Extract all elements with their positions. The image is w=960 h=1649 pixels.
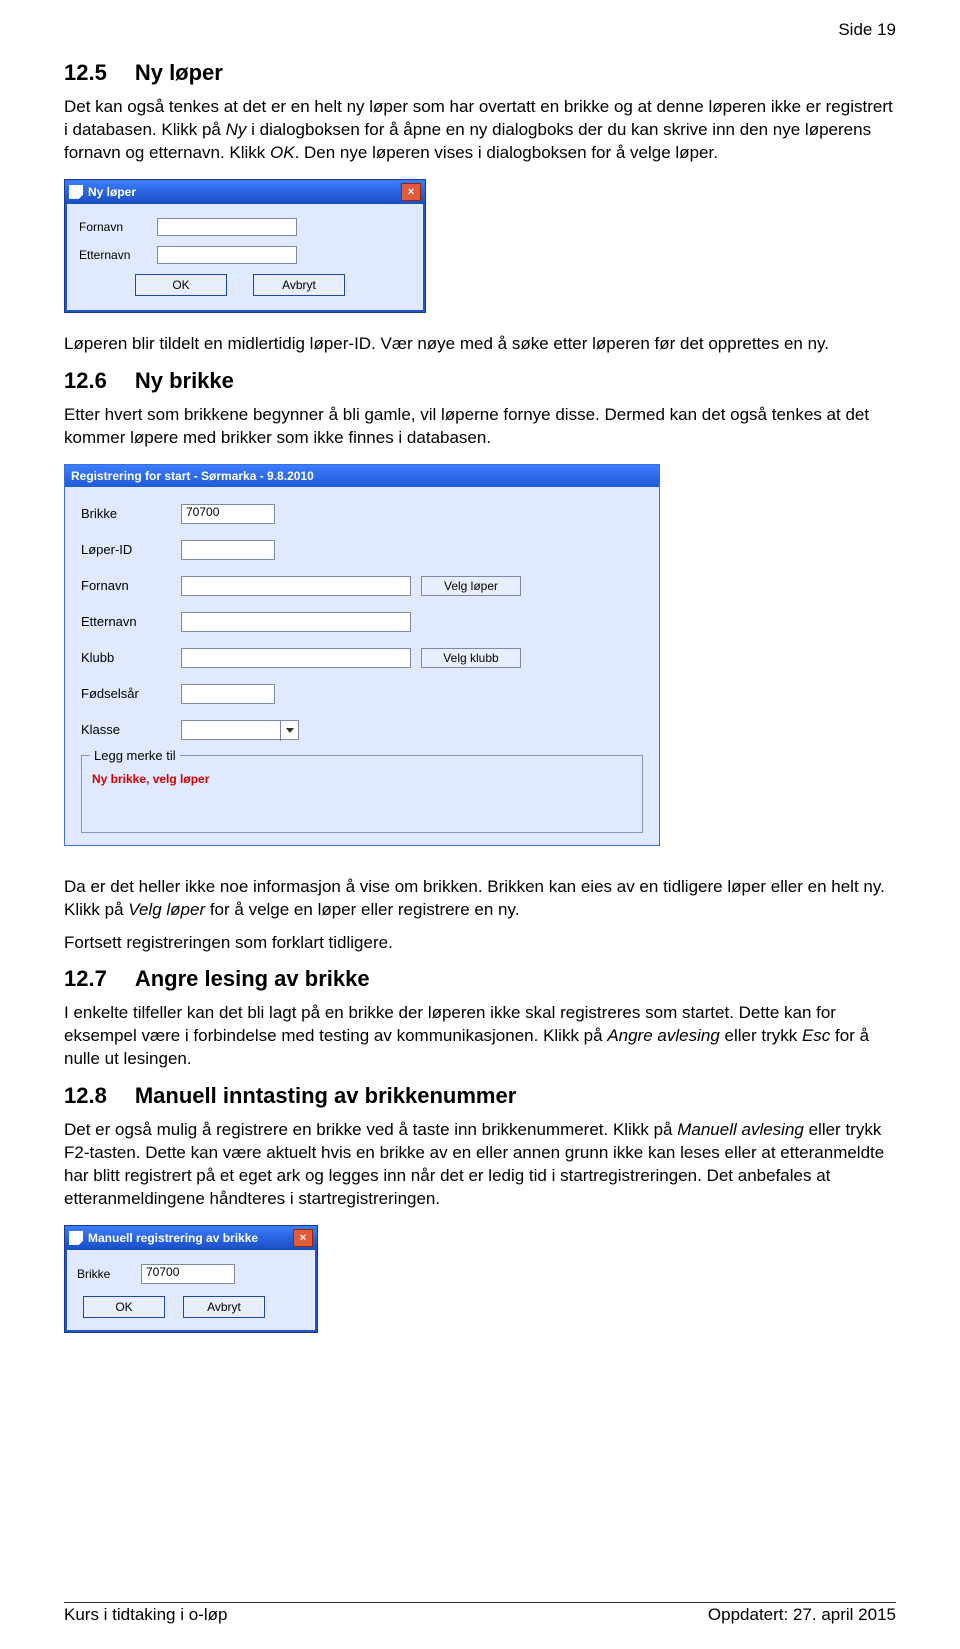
dialog-manuell-titlebar: Manuell registrering av brikke × [65, 1226, 317, 1250]
fodselsar-input[interactable] [181, 684, 275, 704]
dialog-registrering-start: Registrering for start - Sørmarka - 9.8.… [64, 464, 660, 846]
dialog-ny-loper: Ny løper × Fornavn Etternavn OK Avbryt [64, 179, 426, 313]
sec126-para1: Etter hvert som brikkene begynner å bli … [64, 404, 896, 450]
velg-loper-button[interactable]: Velg løper [421, 576, 521, 596]
section-128-heading: 12.8 Manuell inntasting av brikkenummer [64, 1083, 896, 1109]
section-125-num: 12.5 [64, 60, 107, 86]
sec125-para1: Det kan også tenkes at det er en helt ny… [64, 96, 896, 165]
brikke-label-3: Brikke [77, 1267, 141, 1281]
dialog-ny-loper-titlebar: Ny løper × [65, 180, 425, 204]
footer-left: Kurs i tidtaking i o-løp [64, 1605, 227, 1625]
sec126-para2: Da er det heller ikke noe informasjon å … [64, 876, 896, 922]
section-128-num: 12.8 [64, 1083, 107, 1109]
close-icon[interactable]: × [401, 183, 421, 201]
sec125-para2: Løperen blir tildelt en midlertidig løpe… [64, 333, 896, 356]
klubb-label: Klubb [81, 650, 181, 665]
section-127-num: 12.7 [64, 966, 107, 992]
fodselsar-label: Fødselsår [81, 686, 181, 701]
section-127-title: Angre lesing av brikke [135, 966, 370, 991]
etternavn-input-2[interactable] [181, 612, 411, 632]
velg-klubb-button[interactable]: Velg klubb [421, 648, 521, 668]
etternavn-label-2: Etternavn [81, 614, 181, 629]
section-126-num: 12.6 [64, 368, 107, 394]
section-127-heading: 12.7 Angre lesing av brikke [64, 966, 896, 992]
sec127-para1: I enkelte tilfeller kan det bli lagt på … [64, 1002, 896, 1071]
loper-id-input[interactable] [181, 540, 275, 560]
sec126-para3: Fortsett registreringen som forklart tid… [64, 932, 896, 955]
klubb-input[interactable] [181, 648, 411, 668]
avbryt-button[interactable]: Avbryt [183, 1296, 265, 1318]
fornavn-input[interactable] [157, 218, 297, 236]
section-126-title: Ny brikke [135, 368, 234, 393]
legg-merke-til-group: Legg merke til Ny brikke, velg løper [81, 755, 643, 833]
fornavn-label-2: Fornavn [81, 578, 181, 593]
brikke-input[interactable]: 70700 [181, 504, 275, 524]
dialog-ny-loper-title: Ny løper [88, 185, 136, 199]
fornavn-label: Fornavn [79, 220, 157, 234]
ok-button[interactable]: OK [83, 1296, 165, 1318]
page-footer: Kurs i tidtaking i o-løp Oppdatert: 27. … [64, 1602, 896, 1625]
window-icon [69, 185, 83, 199]
etternavn-input[interactable] [157, 246, 297, 264]
section-125-title: Ny løper [135, 60, 223, 85]
fornavn-input-2[interactable] [181, 576, 411, 596]
chevron-down-icon [280, 721, 298, 741]
loper-id-label: Løper-ID [81, 542, 181, 557]
window-icon [69, 1231, 83, 1245]
section-126-heading: 12.6 Ny brikke [64, 368, 896, 394]
brikke-input-3[interactable]: 70700 [141, 1264, 235, 1284]
brikke-label: Brikke [81, 506, 181, 521]
dialog-manuell-title: Manuell registrering av brikke [88, 1231, 258, 1245]
avbryt-button[interactable]: Avbryt [253, 274, 345, 296]
dialog-registrering-title: Registrering for start - Sørmarka - 9.8.… [71, 469, 314, 483]
ok-button[interactable]: OK [135, 274, 227, 296]
sec128-para1: Det er også mulig å registrere en brikke… [64, 1119, 896, 1211]
close-icon[interactable]: × [293, 1229, 313, 1247]
group-legend: Legg merke til [90, 748, 180, 763]
etternavn-label: Etternavn [79, 248, 157, 262]
klasse-select[interactable] [181, 720, 299, 740]
group-message: Ny brikke, velg løper [92, 772, 632, 786]
footer-right: Oppdatert: 27. april 2015 [708, 1605, 896, 1625]
section-128-title: Manuell inntasting av brikkenummer [135, 1083, 516, 1108]
dialog-manuell-registrering: Manuell registrering av brikke × Brikke … [64, 1225, 318, 1333]
section-125-heading: 12.5 Ny løper [64, 60, 896, 86]
klasse-label: Klasse [81, 722, 181, 737]
dialog-registrering-titlebar: Registrering for start - Sørmarka - 9.8.… [65, 465, 659, 487]
page-number: Side 19 [838, 20, 896, 40]
